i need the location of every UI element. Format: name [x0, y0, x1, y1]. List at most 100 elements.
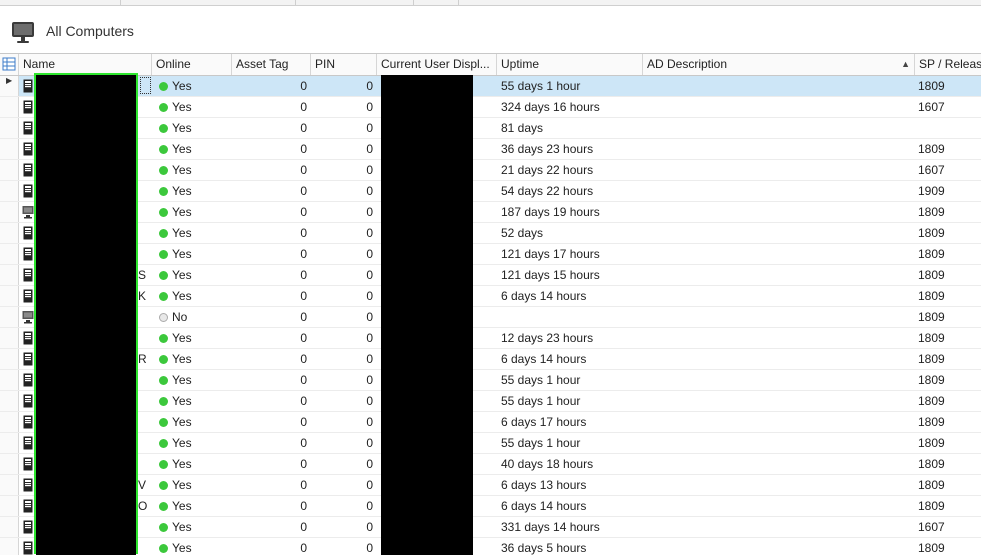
online-status-icon	[159, 439, 168, 448]
column-header-asset-tag[interactable]: Asset Tag	[232, 54, 311, 75]
sp-release-cell: 1809	[918, 541, 945, 555]
row-header[interactable]	[0, 496, 19, 516]
pin-cell: 0	[366, 226, 373, 240]
online-status-icon	[159, 502, 168, 511]
uptime-cell: 81 days	[501, 121, 544, 135]
row-header[interactable]	[0, 517, 19, 537]
table-row[interactable]: Yes 0 0 81 days	[0, 118, 981, 139]
table-row[interactable]: Yes 0 0 331 days 14 hours 1607	[0, 517, 981, 538]
row-header[interactable]	[0, 391, 19, 411]
row-header[interactable]	[0, 97, 19, 117]
sp-release-cell: 1607	[918, 520, 945, 534]
online-cell: Yes	[159, 118, 229, 138]
row-header[interactable]	[0, 475, 19, 495]
row-header[interactable]	[0, 223, 19, 243]
table-row[interactable]: Yes 0 0 54 days 22 hours 1909	[0, 181, 981, 202]
row-header[interactable]	[0, 286, 19, 306]
row-header[interactable]	[0, 160, 19, 180]
table-row[interactable]: Yes 0 0 36 days 5 hours 1809	[0, 538, 981, 555]
online-cell: Yes	[159, 538, 229, 555]
row-header[interactable]	[0, 328, 19, 348]
row-header[interactable]	[0, 202, 19, 222]
row-header[interactable]	[0, 139, 19, 159]
table-row[interactable]: Yes 0 0 21 days 22 hours 1607	[0, 160, 981, 181]
row-header[interactable]	[0, 307, 19, 327]
row-header[interactable]	[0, 118, 19, 138]
online-label: Yes	[172, 247, 192, 261]
table-row[interactable]: R Yes 0 0 6 days 14 hours 1809	[0, 349, 981, 370]
table-row[interactable]: Yes 0 0 40 days 18 hours 1809	[0, 454, 981, 475]
table-row[interactable]: O Yes 0 0 6 days 14 hours 1809	[0, 496, 981, 517]
table-row[interactable]: Yes 0 0 6 days 17 hours 1809	[0, 412, 981, 433]
table-row[interactable]: S Yes 0 0 121 days 15 hours 1809	[0, 265, 981, 286]
column-header-uptime[interactable]: Uptime	[497, 54, 643, 75]
uptime-cell: 6 days 13 hours	[501, 478, 587, 492]
online-status-icon	[159, 292, 168, 301]
table-row[interactable]: Yes 0 0 12 days 23 hours 1809	[0, 328, 981, 349]
asset-tag-cell: 0	[300, 331, 307, 345]
online-label: Yes	[172, 478, 192, 492]
computer-name-cell	[138, 118, 150, 138]
sort-ascending-icon: ▲	[901, 59, 910, 69]
computer-name-cell	[138, 538, 150, 555]
table-row[interactable]: Yes 0 0 121 days 17 hours 1809	[0, 244, 981, 265]
computer-name-cell	[138, 307, 150, 327]
online-cell: Yes	[159, 496, 229, 516]
row-header[interactable]: ▶	[0, 76, 19, 96]
row-header[interactable]	[0, 181, 19, 201]
column-header-online[interactable]: Online	[152, 54, 232, 75]
table-row[interactable]: Yes 0 0 36 days 23 hours 1809	[0, 139, 981, 160]
table-row[interactable]: No 0 0 1809	[0, 307, 981, 328]
online-status-icon	[159, 103, 168, 112]
table-row[interactable]: Yes 0 0 55 days 1 hour 1809	[0, 433, 981, 454]
asset-tag-cell: 0	[300, 184, 307, 198]
row-header[interactable]	[0, 349, 19, 369]
online-cell: Yes	[159, 517, 229, 537]
uptime-cell: 6 days 17 hours	[501, 415, 587, 429]
redacted-current-user-block	[381, 75, 473, 555]
online-label: Yes	[172, 352, 192, 366]
column-header-current-user[interactable]: Current User Displ...	[377, 54, 497, 75]
row-header[interactable]	[0, 244, 19, 264]
current-row-indicator-icon: ▶	[6, 76, 13, 85]
online-cell: No	[159, 307, 229, 327]
column-header-ad-description[interactable]: AD Description ▲	[643, 54, 915, 75]
computers-grid[interactable]: Name Online Asset Tag PIN Current User D…	[0, 53, 981, 555]
table-row[interactable]: ▶ Yes 0 0 55 days 1 hour 1809	[0, 76, 981, 97]
online-status-icon	[159, 271, 168, 280]
select-all-corner[interactable]	[0, 54, 19, 75]
row-header[interactable]	[0, 454, 19, 474]
table-row[interactable]: Yes 0 0 52 days 1809	[0, 223, 981, 244]
computer-name-cell	[138, 223, 150, 243]
table-row[interactable]: Yes 0 0 55 days 1 hour 1809	[0, 370, 981, 391]
column-header-sp-release[interactable]: SP / Release	[915, 54, 981, 75]
pin-cell: 0	[366, 352, 373, 366]
online-cell: Yes	[159, 475, 229, 495]
computer-name-cell	[138, 391, 150, 411]
column-header-name[interactable]: Name	[19, 54, 152, 75]
online-label: Yes	[172, 394, 192, 408]
pin-cell: 0	[366, 520, 373, 534]
table-row[interactable]: Yes 0 0 55 days 1 hour 1809	[0, 391, 981, 412]
row-header[interactable]	[0, 433, 19, 453]
table-row[interactable]: V Yes 0 0 6 days 13 hours 1809	[0, 475, 981, 496]
online-cell: Yes	[159, 181, 229, 201]
column-header-pin[interactable]: PIN	[311, 54, 377, 75]
asset-tag-cell: 0	[300, 79, 307, 93]
uptime-cell: 55 days 1 hour	[501, 373, 581, 387]
row-header[interactable]	[0, 538, 19, 555]
computer-name-cell	[138, 139, 150, 159]
sp-release-cell: 1809	[918, 142, 945, 156]
pin-cell: 0	[366, 394, 373, 408]
table-row[interactable]: Yes 0 0 324 days 16 hours 1607	[0, 97, 981, 118]
row-header[interactable]	[0, 370, 19, 390]
pin-cell: 0	[366, 373, 373, 387]
online-status-icon	[159, 124, 168, 133]
online-status-icon	[159, 145, 168, 154]
row-header[interactable]	[0, 265, 19, 285]
row-header[interactable]	[0, 412, 19, 432]
table-row[interactable]: Yes 0 0 187 days 19 hours 1809	[0, 202, 981, 223]
asset-tag-cell: 0	[300, 478, 307, 492]
table-row[interactable]: K Yes 0 0 6 days 14 hours 1809	[0, 286, 981, 307]
online-status-icon	[159, 376, 168, 385]
